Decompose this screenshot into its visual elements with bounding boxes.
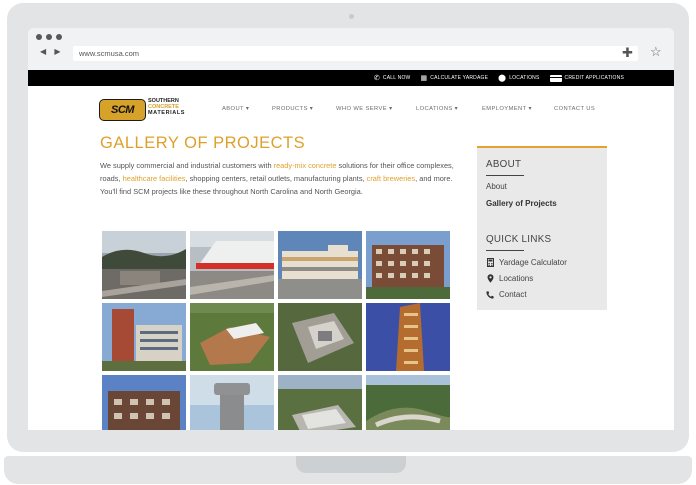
gallery-thumb[interactable] [278, 303, 362, 371]
calculate-yardage-label: CALCULATE YARDAGE [430, 75, 489, 81]
gallery-thumb[interactable] [278, 375, 362, 430]
intro-text-1: We supply commercial and industrial cust… [100, 161, 274, 170]
window-close-dot[interactable] [36, 34, 42, 40]
calculate-yardage-link[interactable]: ▦ CALCULATE YARDAGE [420, 75, 488, 82]
laptop-screen: ◀ ▶ www.scmusa.com ✚ ☆ ✆ CALL NOW ▦ CALC… [28, 28, 674, 430]
healthcare-facilities-link[interactable]: healthcare facilities [123, 174, 186, 183]
phone-icon: ✆ [373, 74, 380, 82]
gallery-photo [102, 375, 186, 430]
sidebar: ABOUT About Gallery of Projects QUICK LI… [477, 146, 607, 310]
sidebar-quick-links-heading: QUICK LINKS [486, 234, 552, 245]
nav-who-we-serve[interactable]: WHO WE SERVE ▾ [336, 106, 416, 112]
address-bar[interactable]: www.scmusa.com [73, 46, 638, 61]
nav-contact-us[interactable]: CONTACT US [554, 106, 604, 112]
quick-link-yardage-calculator[interactable]: Yardage Calculator [486, 258, 567, 267]
gallery-thumb[interactable] [190, 375, 274, 430]
quick-link-label: Yardage Calculator [499, 258, 567, 267]
scm-logo[interactable]: SCM [99, 99, 146, 121]
intro-paragraph: We supply commercial and industrial cust… [100, 160, 468, 198]
gallery-photo [102, 231, 186, 299]
webcam-dot [349, 14, 354, 19]
gallery-thumb[interactable] [102, 231, 186, 299]
ready-mix-concrete-link[interactable]: ready-mix concrete [274, 161, 337, 170]
sidebar-about-heading: ABOUT [486, 159, 522, 170]
credit-applications-link[interactable]: CREDIT APPLICATIONS [549, 74, 624, 82]
gallery-photo [102, 303, 186, 371]
sidebar-about-divider [486, 175, 524, 176]
call-now-label: CALL NOW [382, 75, 411, 81]
call-now-link[interactable]: ✆ CALL NOW [374, 75, 411, 82]
browser-chrome: ◀ ▶ www.scmusa.com ✚ ☆ [28, 28, 674, 70]
main-nav: ABOUT ▾ PRODUCTS ▾ WHO WE SERVE ▾ LOCATI… [222, 106, 604, 112]
window-controls [36, 34, 62, 40]
locations-label: LOCATIONS [509, 75, 540, 81]
gallery-thumb[interactable] [366, 375, 450, 430]
gallery-photo [366, 303, 450, 371]
map-pin-icon [486, 274, 494, 283]
sidebar-quick-links-divider [486, 250, 524, 251]
nav-about[interactable]: ABOUT ▾ [222, 106, 272, 112]
craft-breweries-link[interactable]: craft breweries [367, 174, 415, 183]
nav-products[interactable]: PRODUCTS ▾ [272, 106, 336, 112]
back-forward-icon[interactable]: ◀ ▶ [40, 47, 64, 56]
intro-text-3: , shopping centers, retail outlets, manu… [185, 173, 367, 183]
utility-bar: ✆ CALL NOW ▦ CALCULATE YARDAGE ⬤ LOCATIO… [28, 70, 674, 86]
gallery-thumb[interactable] [190, 231, 274, 299]
gallery-thumb[interactable] [102, 375, 186, 430]
sidebar-link-gallery-of-projects[interactable]: Gallery of Projects [486, 199, 557, 208]
locations-link[interactable]: ⬤ LOCATIONS [498, 75, 539, 82]
logo-line-materials: MATERIALS [148, 110, 186, 117]
quick-link-label: Contact [499, 290, 527, 299]
gallery-photo [278, 231, 362, 299]
calculator-icon: ▦ [420, 74, 428, 82]
gallery-thumb[interactable] [190, 303, 274, 371]
gallery-thumb[interactable] [366, 231, 450, 299]
credit-card-icon [549, 74, 562, 82]
window-maximize-dot[interactable] [56, 34, 62, 40]
plus-icon[interactable]: ✚ [622, 45, 633, 60]
quick-link-contact[interactable]: Contact [486, 290, 527, 299]
map-pin-icon: ⬤ [498, 74, 507, 82]
gallery-photo [278, 303, 362, 371]
nav-employment[interactable]: EMPLOYMENT ▾ [482, 106, 554, 112]
window-minimize-dot[interactable] [46, 34, 52, 40]
gallery-photo [278, 375, 362, 430]
project-gallery [102, 231, 452, 430]
logo-mark: SCM [111, 104, 134, 116]
star-icon[interactable]: ☆ [650, 44, 662, 59]
laptop-base-notch [296, 456, 406, 473]
gallery-thumb[interactable] [102, 303, 186, 371]
page-title: GALLERY OF PROJECTS [100, 134, 306, 152]
quick-link-locations[interactable]: Locations [486, 274, 533, 283]
gallery-photo [366, 231, 450, 299]
nav-locations[interactable]: LOCATIONS ▾ [416, 106, 482, 112]
calculator-icon [486, 258, 494, 267]
phone-icon [486, 290, 494, 299]
logo-wordmark[interactable]: SOUTHERN CONCRETE MATERIALS [148, 98, 208, 117]
gallery-thumb[interactable] [278, 231, 362, 299]
gallery-photo [190, 303, 274, 371]
quick-link-label: Locations [499, 274, 534, 283]
gallery-thumb[interactable] [366, 303, 450, 371]
gallery-photo [366, 375, 450, 430]
gallery-photo [190, 375, 274, 430]
sidebar-link-about[interactable]: About [486, 182, 507, 191]
gallery-photo [190, 231, 274, 299]
credit-applications-label: CREDIT APPLICATIONS [564, 75, 624, 81]
